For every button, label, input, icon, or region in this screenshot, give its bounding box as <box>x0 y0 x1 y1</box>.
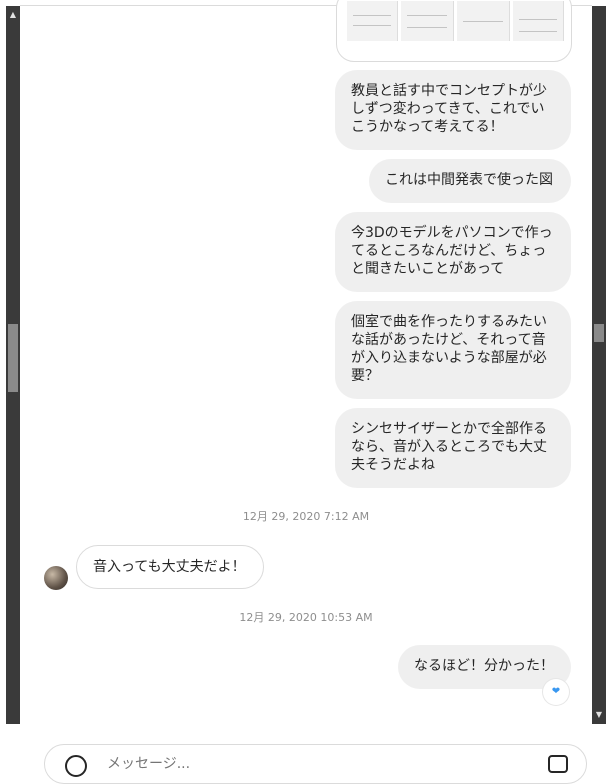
message-timestamp: 12月 29, 2020 7:12 AM <box>242 510 370 523</box>
avatar[interactable] <box>44 566 68 590</box>
message-bubble-out-final[interactable]: なるほど！分かった！ <box>398 645 571 689</box>
scroll-down-arrow-icon[interactable]: ▼ <box>592 710 606 720</box>
right-scrollbar[interactable]: ▼ <box>592 6 606 724</box>
diagram-thumb-1 <box>347 1 398 41</box>
message-bubble-out-2[interactable]: これは中間発表で使った図 <box>369 159 571 203</box>
left-scrollbar[interactable]: ▲ <box>6 6 20 724</box>
emoji-icon[interactable] <box>65 755 87 777</box>
scroll-up-arrow-icon[interactable]: ▲ <box>6 10 20 20</box>
message-bubble-out-3[interactable]: 今3Dのモデルをパソコンで作っ てるところなんだけど、ちょっ と聞きたいことがあ… <box>335 212 571 292</box>
chat-window: ▲ ▼ 教員と話す中でコンセプトが少 しずつ変わってきて、これでい こうかなって… <box>0 0 615 784</box>
message-bubble-in[interactable]: 音入っても大丈夫だよ！ <box>76 545 264 589</box>
message-bubble-out-1[interactable]: 教員と話す中でコンセプトが少 しずつ変わってきて、これでい こうかなって考えてる… <box>335 70 571 150</box>
diagram-thumb-2 <box>401 1 454 41</box>
message-bubble-out-5[interactable]: シンセサイザーとかで全部作る なら、音が入るところでも大丈 夫そうだよね <box>335 408 571 488</box>
diagram-thumb-3 <box>457 1 510 41</box>
message-timestamp: 12月 29, 2020 10:53 AM <box>239 611 373 624</box>
image-upload-icon[interactable] <box>548 755 568 773</box>
left-scroll-thumb[interactable] <box>8 324 18 392</box>
reaction-badge[interactable]: ❤ <box>543 679 569 705</box>
right-scroll-thumb[interactable] <box>594 324 604 342</box>
image-message[interactable] <box>336 0 572 62</box>
message-input[interactable] <box>105 755 509 773</box>
message-bubble-out-4[interactable]: 個室で曲を作ったりするみたい な話があったけど、それって音 が入り込まないような… <box>335 301 571 399</box>
diagram-thumb-4 <box>513 1 564 41</box>
message-composer[interactable] <box>44 744 587 784</box>
heart-icon: ❤ <box>551 686 561 697</box>
